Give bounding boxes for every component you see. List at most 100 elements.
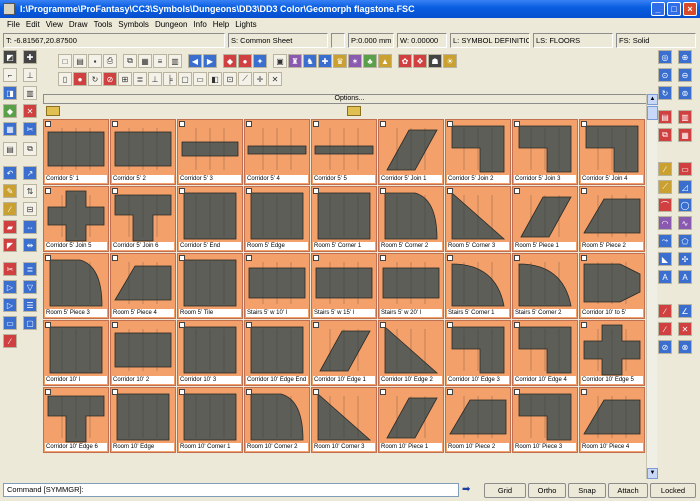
symbol-checkbox[interactable] bbox=[45, 389, 51, 395]
menu-draw[interactable]: Draw bbox=[66, 18, 91, 32]
symbol-checkbox[interactable] bbox=[246, 389, 252, 395]
rectangle-icon[interactable]: ▭ bbox=[3, 316, 17, 330]
symbol-checkbox[interactable] bbox=[514, 121, 520, 127]
symbol-checkbox[interactable] bbox=[581, 255, 587, 261]
symbol-tile[interactable]: Corridor 5' Join 2 bbox=[445, 119, 511, 185]
symbol-checkbox[interactable] bbox=[45, 322, 51, 328]
symbol-catalog-3-icon[interactable]: ♞ bbox=[303, 54, 317, 68]
symbol-tile[interactable]: Corridor 5' 5 bbox=[311, 119, 377, 185]
menu-lights[interactable]: Lights bbox=[232, 18, 259, 32]
tools-icon[interactable]: ✕ bbox=[23, 104, 37, 118]
corridor-icon[interactable]: ▭ bbox=[193, 72, 207, 86]
explode-icon[interactable]: ✕ bbox=[268, 72, 282, 86]
circle-icon[interactable]: ◯ bbox=[678, 198, 692, 212]
symbol-tile[interactable]: Corridor 5' Join 3 bbox=[512, 119, 578, 185]
symbol-catalog-8-icon[interactable]: ▲ bbox=[378, 54, 392, 68]
layer-icon[interactable]: ≡ bbox=[153, 54, 167, 68]
dropper-icon[interactable]: ↗ bbox=[23, 166, 37, 180]
app-icon[interactable] bbox=[3, 3, 15, 15]
symbol-tile[interactable]: Room 5' Piece 2 bbox=[579, 186, 645, 252]
symbol-tile[interactable]: Corridor 5' Join 4 bbox=[579, 119, 645, 185]
line-icon[interactable]: ∕ bbox=[3, 334, 17, 348]
curve-icon[interactable]: ⌒ bbox=[658, 198, 672, 212]
play-icon[interactable]: ▷ bbox=[3, 280, 17, 294]
sheet-effect-icon[interactable]: ▥ bbox=[678, 110, 692, 124]
symbol-tile[interactable]: Corridor 5' 2 bbox=[110, 119, 176, 185]
catalog-scrollbar[interactable]: ▲ ▼ bbox=[646, 94, 658, 479]
symbol-catalog-10-icon[interactable]: ❖ bbox=[413, 54, 427, 68]
angle-icon[interactable]: ∠ bbox=[678, 304, 692, 318]
polygon-icon[interactable]: ◿ bbox=[678, 180, 692, 194]
symbol-checkbox[interactable] bbox=[246, 255, 252, 261]
zoom-out-icon[interactable]: ⊖ bbox=[678, 68, 692, 82]
symbol-checkbox[interactable] bbox=[246, 188, 252, 194]
diagonal-icon[interactable]: ⟋ bbox=[238, 72, 252, 86]
symbol-tile[interactable]: Room 10' Piece 3 bbox=[512, 387, 578, 453]
zoom-in-icon[interactable]: ⊕ bbox=[678, 50, 692, 64]
command-input[interactable]: Command [SYMMGR]: bbox=[3, 483, 459, 497]
symbol-checkbox[interactable] bbox=[246, 121, 252, 127]
symbol-checkbox[interactable] bbox=[246, 322, 252, 328]
symbol-checkbox[interactable] bbox=[112, 322, 118, 328]
symbol-tile[interactable]: Room 10' Piece 1 bbox=[378, 387, 444, 453]
attach-button[interactable]: Attach bbox=[608, 483, 648, 498]
symbol-tile[interactable]: Room 10' Piece 2 bbox=[445, 387, 511, 453]
locked-button[interactable]: Locked bbox=[650, 483, 696, 498]
zoom-region-icon[interactable]: ◩ bbox=[3, 50, 17, 64]
fillstyle-field[interactable]: FS: Solid bbox=[616, 33, 696, 48]
symbol-tile[interactable]: Corridor 5' Join 1 bbox=[378, 119, 444, 185]
symbol-catalog-11-icon[interactable]: ☗ bbox=[428, 54, 442, 68]
symbol-catalog-6-icon[interactable]: ✶ bbox=[348, 54, 362, 68]
menu-view[interactable]: View bbox=[43, 18, 66, 32]
symbol-tile[interactable]: Room 5' Piece 3 bbox=[43, 253, 109, 319]
ortho-button[interactable]: Ortho bbox=[528, 483, 566, 498]
table-icon[interactable]: ▦ bbox=[3, 122, 17, 136]
next-icon[interactable]: ▷ bbox=[3, 298, 17, 312]
layer-field[interactable]: L: SYMBOL DEFINITIO bbox=[450, 33, 530, 48]
symbol-checkbox[interactable] bbox=[447, 255, 453, 261]
color-icon[interactable]: ● bbox=[238, 54, 252, 68]
symbol-tile[interactable]: Stairs 5' w 10' l bbox=[244, 253, 310, 319]
menu-help[interactable]: Help bbox=[210, 18, 232, 32]
browse-folder-icon[interactable] bbox=[347, 106, 361, 116]
symbol-checkbox[interactable] bbox=[514, 389, 520, 395]
fill-bucket-icon[interactable]: ◤ bbox=[3, 238, 17, 252]
dimension-icon[interactable]: ∕ bbox=[658, 322, 672, 336]
wall-draw-icon[interactable]: ▥ bbox=[23, 86, 37, 100]
record-icon[interactable]: ● bbox=[73, 72, 87, 86]
symbol-tile[interactable]: Room 5' Edge bbox=[244, 186, 310, 252]
layer-view-icon[interactable]: ◨ bbox=[3, 86, 17, 100]
symbol-checkbox[interactable] bbox=[313, 389, 319, 395]
copy-icon[interactable]: ⧉ bbox=[123, 54, 137, 68]
symbol-checkbox[interactable] bbox=[313, 188, 319, 194]
symbol-checkbox[interactable] bbox=[514, 188, 520, 194]
scroll-down-icon[interactable]: ▼ bbox=[647, 468, 658, 479]
menu-symbols[interactable]: Symbols bbox=[115, 18, 152, 32]
symbol-tile[interactable]: Room 10' Corner 3 bbox=[311, 387, 377, 453]
path-draw-icon[interactable]: ⤳ bbox=[658, 234, 672, 248]
symbol-checkbox[interactable] bbox=[581, 121, 587, 127]
symbol-tile[interactable]: Room 10' Piece 4 bbox=[579, 387, 645, 453]
zoom-prev-icon[interactable]: ⊚ bbox=[678, 86, 692, 100]
symbol-checkbox[interactable] bbox=[447, 121, 453, 127]
symbol-tile[interactable]: Corridor 10' Edge End bbox=[244, 320, 310, 386]
linestyle-field[interactable]: LS: FLOORS bbox=[533, 33, 613, 48]
polyline-icon[interactable]: ⟋ bbox=[658, 180, 672, 194]
mirror-icon[interactable]: ⇔ bbox=[23, 220, 37, 234]
list-icon[interactable]: ☰ bbox=[23, 298, 37, 312]
pillar-icon[interactable]: ⊥ bbox=[148, 72, 162, 86]
symbol-tile[interactable]: Room 5' Corner 2 bbox=[378, 186, 444, 252]
terrain-icon[interactable]: ◆ bbox=[3, 104, 17, 118]
pen-field[interactable]: P:0.000 mm bbox=[348, 33, 394, 48]
symbol-tile[interactable]: Corridor 10' Edge 2 bbox=[378, 320, 444, 386]
symbol-catalog-12-icon[interactable]: ☀ bbox=[443, 54, 457, 68]
symbol-checkbox[interactable] bbox=[313, 255, 319, 261]
symbol-checkbox[interactable] bbox=[112, 188, 118, 194]
text-icon[interactable]: A bbox=[658, 270, 672, 284]
distance-icon[interactable]: ⇹ bbox=[23, 238, 37, 252]
symbol-tile[interactable]: Room 5' Piece 1 bbox=[512, 186, 578, 252]
symbol-checkbox[interactable] bbox=[45, 255, 51, 261]
symbol-checkbox[interactable] bbox=[514, 322, 520, 328]
symbol-checkbox[interactable] bbox=[380, 121, 386, 127]
zoom-extents-icon[interactable]: ⊙ bbox=[658, 68, 672, 82]
